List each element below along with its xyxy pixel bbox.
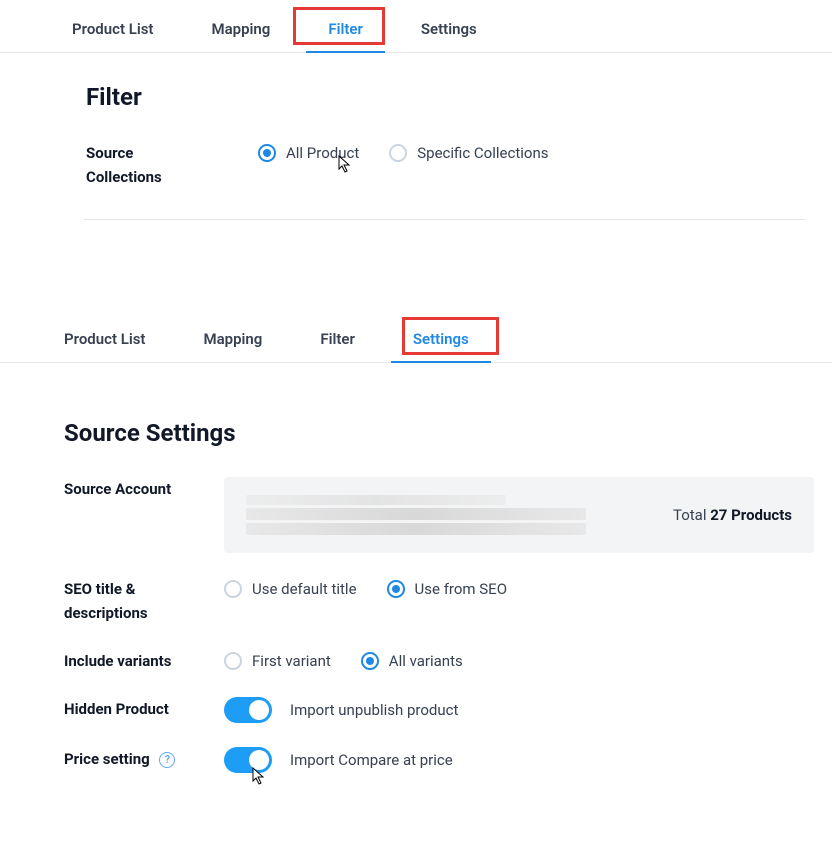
radio-circle-icon — [224, 580, 242, 598]
toggle-knob-icon — [249, 700, 269, 720]
radio-circle-icon — [224, 652, 242, 670]
toggle-knob-icon — [249, 750, 269, 770]
toggle-import-compare-price-label: Import Compare at price — [290, 751, 453, 769]
radio-all-variants[interactable]: All variants — [361, 652, 463, 670]
source-account-label: Source Account — [64, 477, 224, 501]
tab-product-list[interactable]: Product List — [68, 10, 157, 52]
toggle-import-unpublish[interactable] — [224, 697, 272, 723]
tab-mapping[interactable]: Mapping — [207, 10, 274, 52]
toggle-import-unpublish-label: Import unpublish product — [290, 701, 458, 719]
source-collections-label: Source Collections — [86, 141, 246, 189]
tab2-product-list[interactable]: Product List — [60, 320, 149, 362]
include-variants-label: Include variants — [64, 649, 224, 673]
price-setting-label: Price setting ? — [64, 747, 224, 771]
radio-circle-icon — [258, 144, 276, 162]
tab-filter[interactable]: Filter — [324, 10, 367, 52]
tab2-filter[interactable]: Filter — [316, 320, 359, 362]
radio-circle-icon — [361, 652, 379, 670]
tabs-section-1: Product List Mapping Filter Settings — [0, 10, 832, 53]
radio-all-product[interactable]: All Product — [258, 144, 359, 162]
radio-use-default-title[interactable]: Use default title — [224, 580, 357, 598]
source-account-box: Total 27 Products — [224, 477, 814, 553]
tab2-mapping[interactable]: Mapping — [199, 320, 266, 362]
source-settings-heading: Source Settings — [64, 419, 832, 447]
radio-circle-icon — [389, 144, 407, 162]
tab-settings[interactable]: Settings — [417, 10, 481, 52]
tabs-section-2: Product List Mapping Filter Settings — [0, 320, 832, 363]
help-icon[interactable]: ? — [159, 752, 175, 768]
hidden-product-label: Hidden Product — [64, 697, 224, 721]
tab2-settings[interactable]: Settings — [409, 320, 473, 362]
divider — [84, 219, 806, 220]
toggle-import-compare-price[interactable] — [224, 747, 272, 773]
seo-label: SEO title & descriptions — [64, 577, 224, 625]
radio-specific-collections[interactable]: Specific Collections — [389, 144, 548, 162]
total-products: Total 27 Products — [673, 506, 792, 524]
radio-circle-icon — [387, 580, 405, 598]
radio-use-from-seo[interactable]: Use from SEO — [387, 580, 507, 598]
radio-first-variant[interactable]: First variant — [224, 652, 331, 670]
filter-heading: Filter — [86, 83, 832, 111]
redacted-account-info — [246, 495, 586, 535]
